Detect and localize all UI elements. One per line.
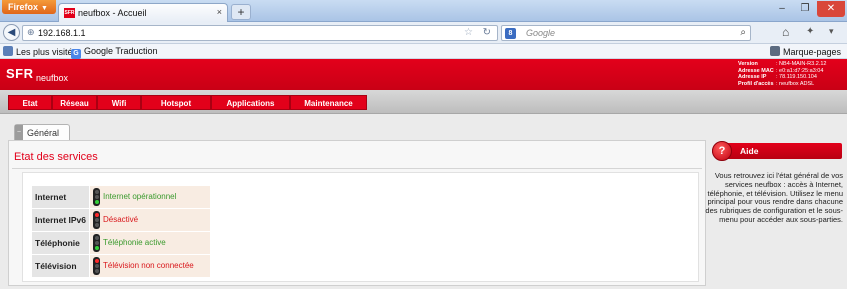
- service-row-telephonie: Téléphonie Téléphonie active: [32, 232, 210, 254]
- firefox-menu-label: Firefox: [8, 2, 39, 12]
- nav-reseau[interactable]: Réseau: [52, 95, 97, 110]
- url-text[interactable]: 192.168.1.1: [38, 28, 86, 38]
- google-translate-icon: G: [71, 49, 81, 59]
- maximize-button[interactable]: ❐: [794, 1, 816, 17]
- site-identity-icon[interactable]: ⊕: [27, 27, 35, 38]
- tab-general[interactable]: – Général: [14, 124, 70, 140]
- service-status: Téléphonie active: [90, 232, 210, 254]
- nav-applications[interactable]: Applications: [211, 95, 290, 110]
- help-question-icon: ?: [712, 141, 732, 161]
- browser-tab[interactable]: SFR neufbox - Accueil ×: [58, 3, 228, 22]
- bookmark-star-icon[interactable]: ☆: [464, 27, 473, 38]
- bookmark-label: Google Traduction: [84, 46, 158, 56]
- traffic-light-green-icon: [93, 234, 100, 252]
- chevron-down-icon: ▼: [41, 5, 48, 12]
- service-status-text: Internet opérationnel: [103, 192, 177, 201]
- toolbar-menu-icon[interactable]: ▾: [829, 26, 834, 37]
- sfr-favicon-icon: SFR: [64, 8, 75, 18]
- neufbox-page: SFR neufbox Version: NB4-MAIN-R3.2.12 Ad…: [0, 59, 847, 289]
- new-tab-button[interactable]: +: [231, 4, 251, 20]
- product-name: neufbox: [36, 73, 69, 83]
- url-bar[interactable]: ⊕ 192.168.1.1 ☆ ↻: [22, 25, 498, 41]
- bookmarks-icon: [769, 46, 780, 56]
- panel-title: Etat des services: [14, 151, 98, 163]
- back-button[interactable]: ◀: [3, 24, 20, 41]
- browser-titlebar: Firefox ▼ SFR neufbox - Accueil × + – ❐ ✕: [0, 0, 847, 22]
- sfr-logo[interactable]: SFR: [6, 66, 34, 81]
- services-table: Internet Internet opérationnel Internet …: [32, 186, 210, 278]
- help-text: Vous retrouvez ici l'état général de vos…: [705, 171, 843, 224]
- nav-etat[interactable]: Etat: [8, 95, 52, 110]
- minimize-button[interactable]: –: [771, 1, 793, 17]
- service-label: Internet: [32, 186, 89, 208]
- nav-wifi[interactable]: Wifi: [97, 95, 141, 110]
- browser-toolbar: ◀ ⊕ 192.168.1.1 ☆ ↻ 8 Google ⌕ ⌂ ✦ ▾: [0, 22, 847, 44]
- main-nav: Etat Réseau Wifi Hotspot Applications Ma…: [0, 90, 847, 114]
- device-info: Version: NB4-MAIN-R3.2.12 Adresse MAC: e…: [738, 61, 826, 87]
- most-visited-icon: [3, 46, 13, 56]
- service-status: Télévision non connectée: [90, 255, 210, 277]
- collapse-icon: –: [15, 125, 23, 140]
- window-close-button[interactable]: ✕: [817, 1, 845, 17]
- services-panel: Etat des services Internet Internet opér…: [8, 140, 706, 286]
- nav-hotspot[interactable]: Hotspot: [141, 95, 211, 110]
- service-row-ipv6: Internet IPv6 Désactivé: [32, 209, 210, 231]
- service-row-internet: Internet Internet opérationnel: [32, 186, 210, 208]
- search-icon[interactable]: ⌕: [740, 27, 746, 38]
- traffic-light-red-icon: [93, 211, 100, 229]
- traffic-light-red-icon: [93, 257, 100, 275]
- page-header: SFR neufbox Version: NB4-MAIN-R3.2.12 Ad…: [0, 59, 847, 90]
- search-engine-icon[interactable]: 8: [505, 28, 516, 39]
- help-header: ? Aide: [712, 141, 842, 161]
- search-bar[interactable]: 8 Google ⌕: [501, 25, 751, 41]
- tab-title: neufbox - Accueil: [78, 8, 147, 18]
- bookmark-label: Les plus visités: [16, 47, 78, 57]
- bookmark-most-visited[interactable]: Les plus visités: [3, 46, 77, 57]
- service-status-text: Désactivé: [103, 215, 139, 224]
- service-row-television: Télévision Télévision non connectée: [32, 255, 210, 277]
- addons-icon[interactable]: ✦: [806, 26, 814, 37]
- tab-general-label: Général: [27, 128, 60, 138]
- search-placeholder[interactable]: Google: [526, 28, 555, 38]
- service-status-text: Télévision non connectée: [103, 261, 194, 270]
- bookmarks-menu-label: Marque-pages: [782, 47, 841, 57]
- panel-divider: [12, 168, 702, 169]
- close-tab-icon[interactable]: ×: [217, 7, 222, 17]
- service-status-text: Téléphonie active: [103, 238, 166, 247]
- service-label: Téléphonie: [32, 232, 89, 254]
- service-status: Désactivé: [90, 209, 210, 231]
- nav-maintenance[interactable]: Maintenance: [290, 95, 367, 110]
- reload-icon[interactable]: ↻: [483, 27, 491, 38]
- firefox-menu-button[interactable]: Firefox ▼: [2, 0, 56, 14]
- bookmarks-bar: Les plus visités G Google Traduction Marq…: [0, 44, 847, 59]
- help-title: Aide: [740, 146, 759, 156]
- service-label: Internet IPv6: [32, 209, 89, 231]
- service-label: Télévision: [32, 255, 89, 277]
- bookmark-google-translate[interactable]: G Google Traduction: [71, 46, 158, 59]
- services-content: Internet Internet opérationnel Internet …: [22, 172, 699, 282]
- info-profile: Profil d'accès: neufbox ADSL: [738, 80, 815, 87]
- service-status: Internet opérationnel: [90, 186, 210, 208]
- traffic-light-green-icon: [93, 188, 100, 206]
- bookmarks-menu[interactable]: Marque-pages: [769, 46, 841, 57]
- home-icon[interactable]: ⌂: [782, 25, 789, 39]
